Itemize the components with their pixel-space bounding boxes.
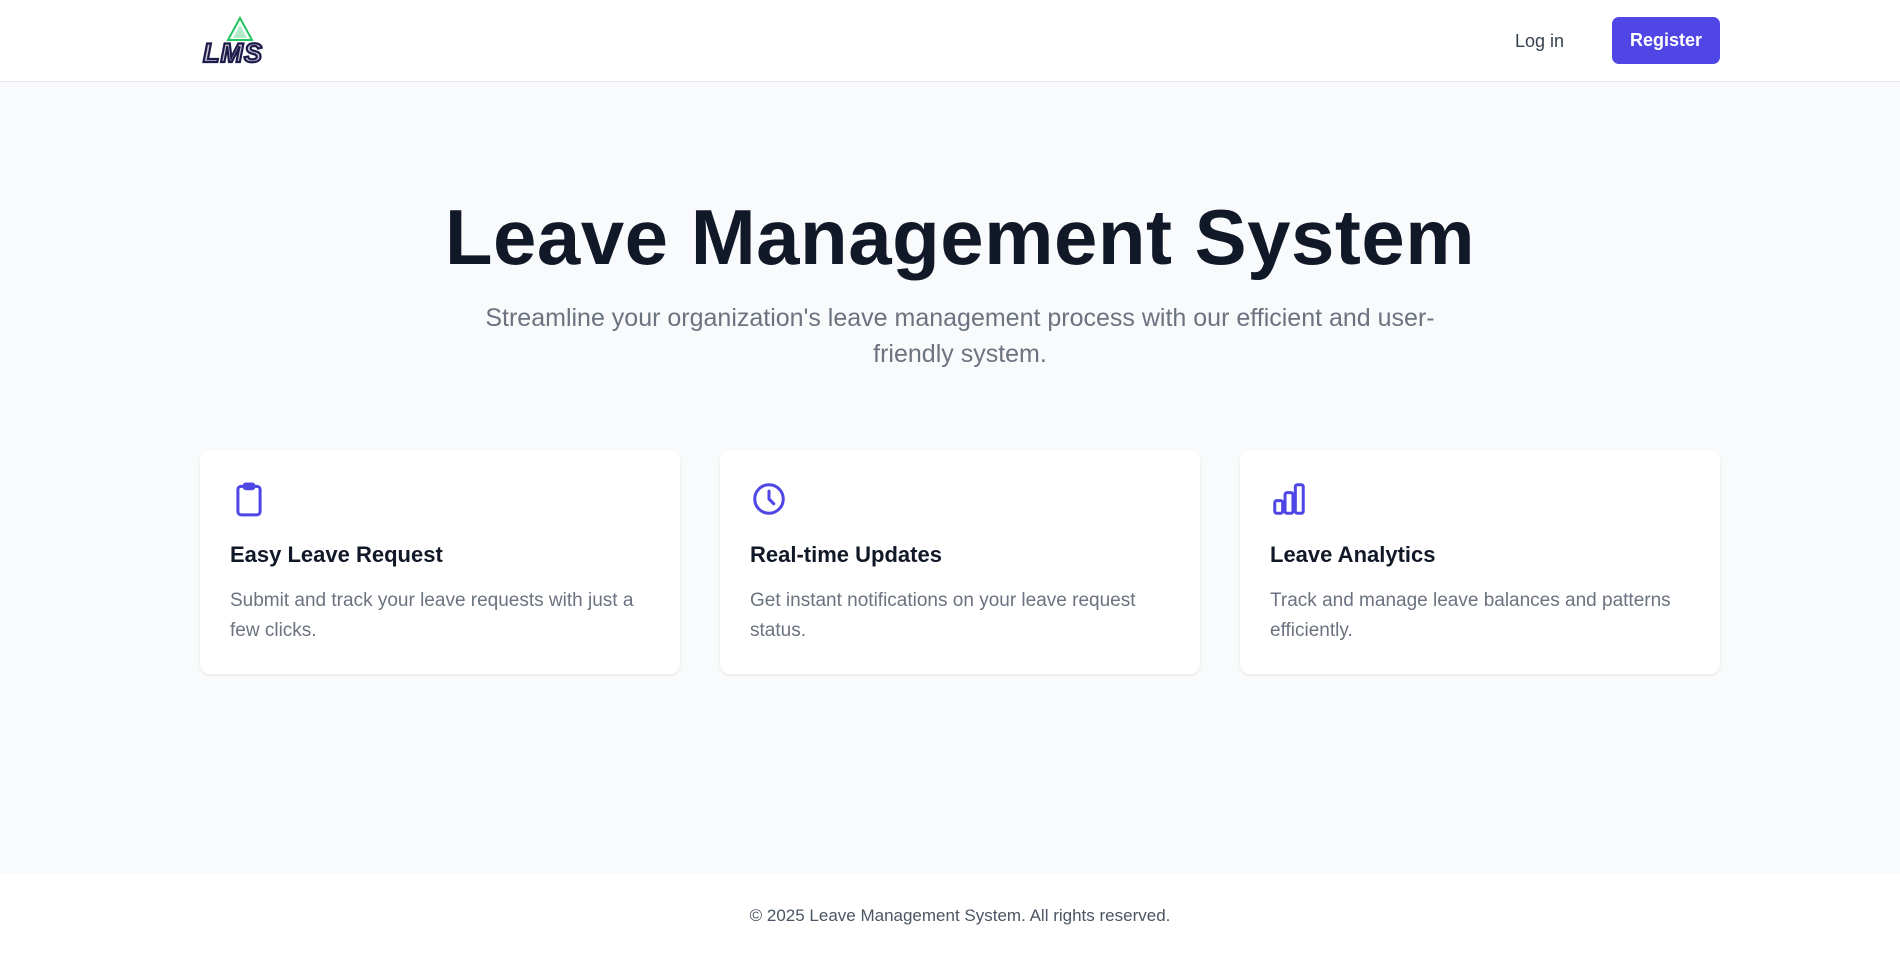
- feature-title: Real-time Updates: [750, 542, 942, 567]
- top-navigation-bar: LMS LMS Log in Register: [0, 0, 1900, 82]
- hero-subtitle: Streamline your organization's leave man…: [485, 304, 1435, 368]
- svg-text:LMS: LMS: [203, 38, 263, 66]
- feature-card-easy-leave-request: Easy Leave Request Submit and track your…: [200, 450, 680, 674]
- feature-title: Leave Analytics: [1270, 542, 1436, 567]
- clock-icon: [750, 480, 788, 518]
- bar-chart-icon: [1270, 480, 1308, 518]
- feature-description: Track and manage leave balances and patt…: [1270, 590, 1671, 641]
- lms-logo[interactable]: LMS LMS: [200, 15, 280, 69]
- feature-card-real-time-updates: Real-time Updates Get instant notificati…: [720, 450, 1200, 674]
- register-button[interactable]: Register: [1612, 17, 1720, 64]
- feature-card-leave-analytics: Leave Analytics Track and manage leave b…: [1240, 450, 1720, 674]
- clipboard-icon: [230, 480, 268, 518]
- feature-description: Submit and track your leave requests wit…: [230, 590, 634, 641]
- page-title: Leave Management System: [444, 193, 1476, 281]
- page-footer: © 2025 Leave Management System. All righ…: [0, 874, 1900, 960]
- log-in-link[interactable]: Log in: [1515, 26, 1564, 56]
- copyright-text: © 2025 Leave Management System. All righ…: [749, 906, 1171, 925]
- feature-title: Easy Leave Request: [230, 542, 443, 567]
- feature-description: Get instant notifications on your leave …: [750, 590, 1136, 641]
